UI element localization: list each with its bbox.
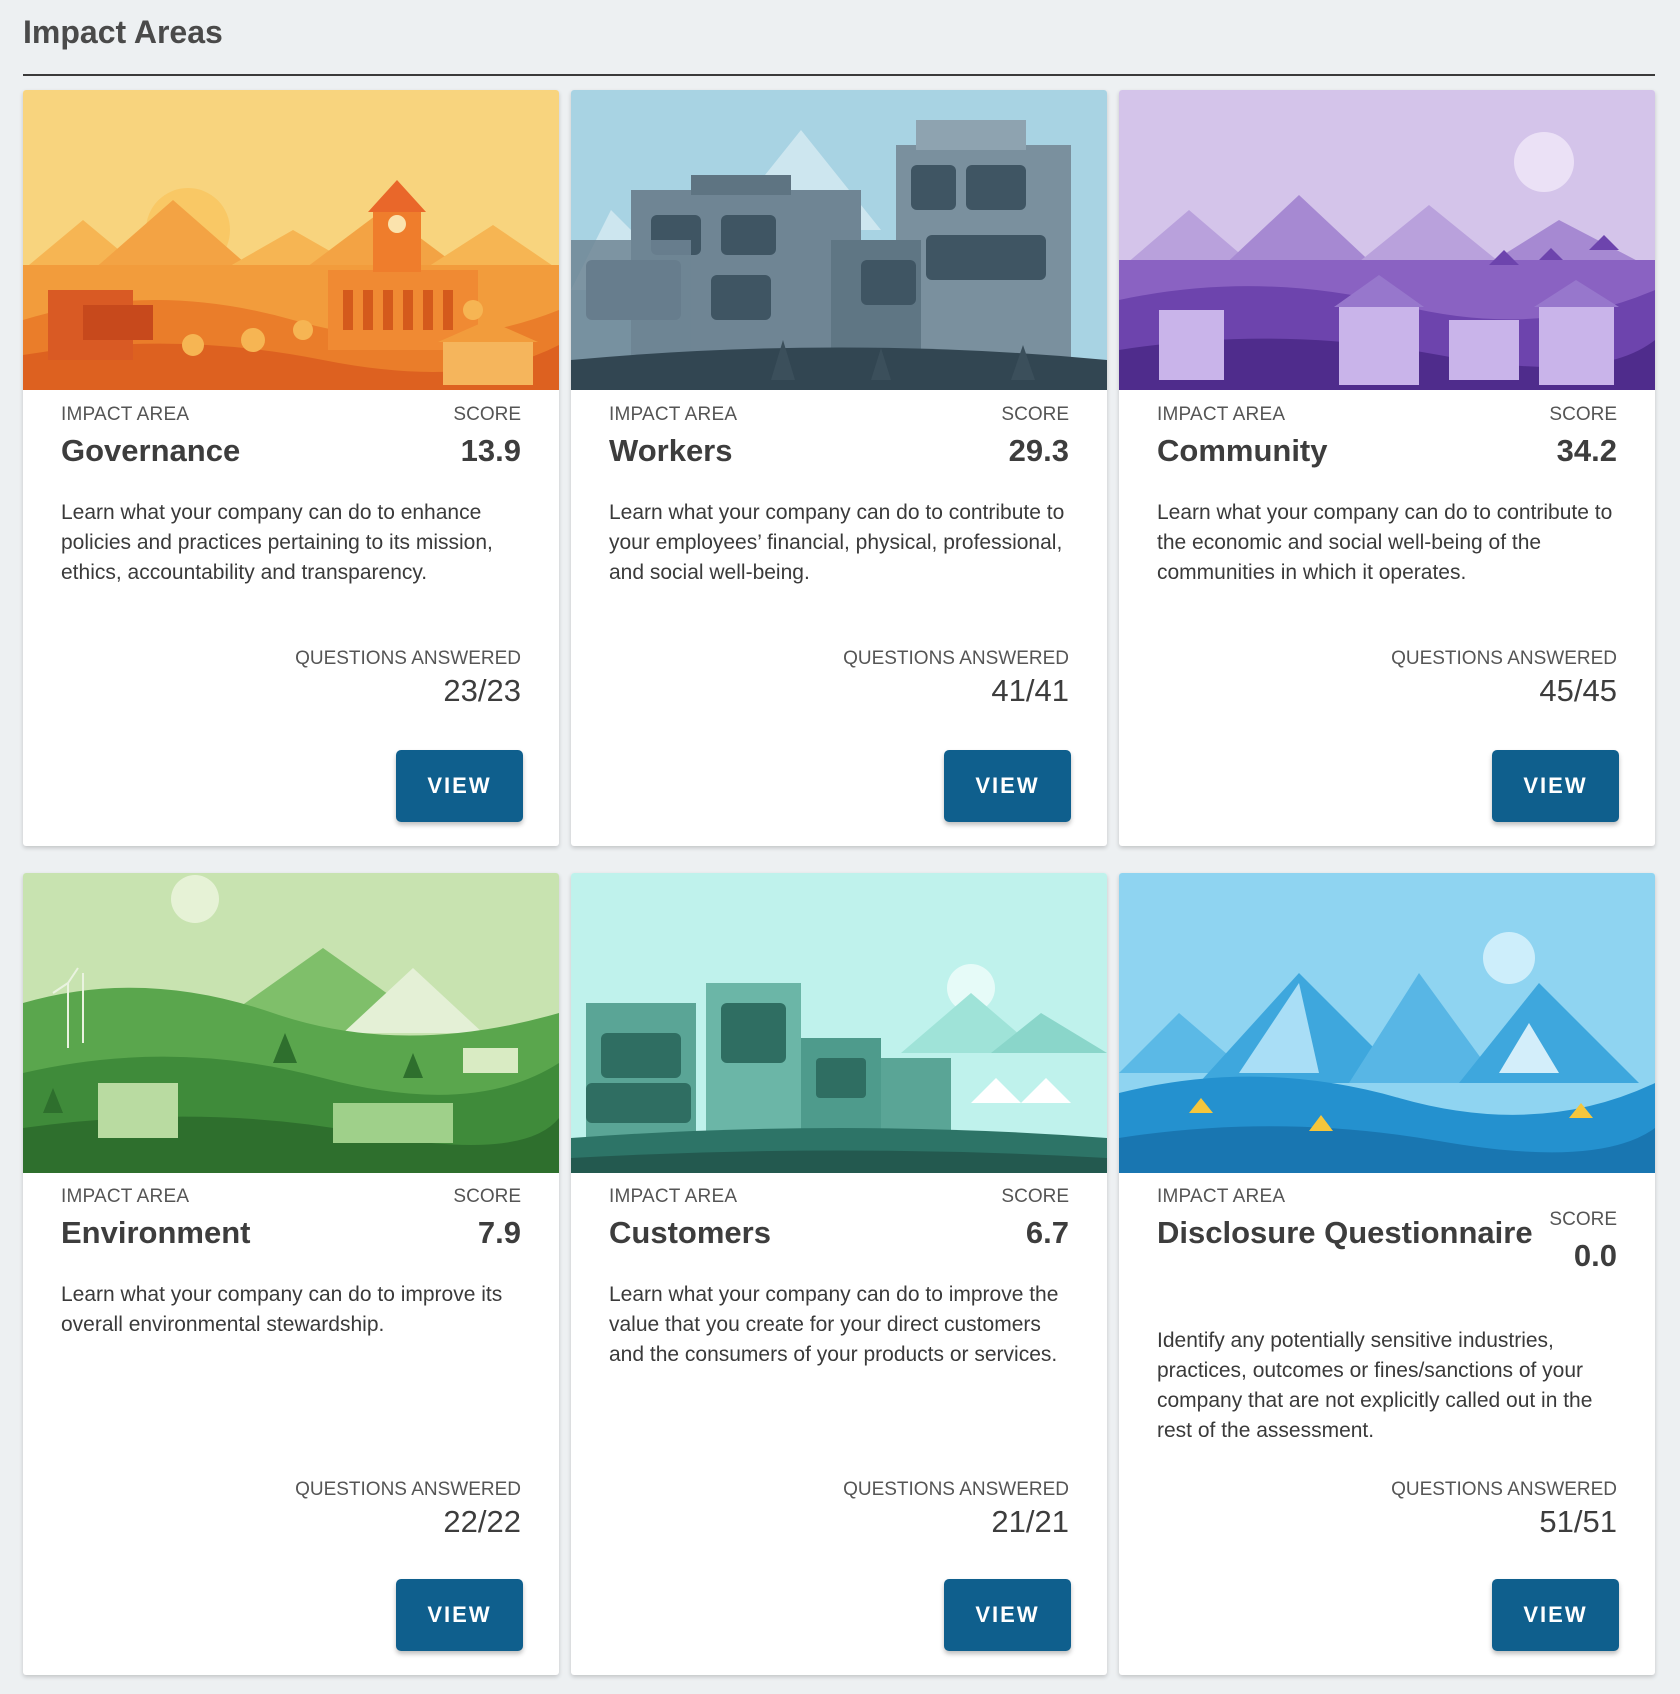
questions-answered-label: QUESTIONS ANSWERED (843, 648, 1069, 669)
impact-area-name: Governance (61, 433, 241, 468)
score-label: SCORE (1001, 1186, 1069, 1207)
workers-illustration (571, 90, 1107, 390)
environment-illustration (23, 873, 559, 1173)
questions-answered-value: 23/23 (443, 673, 521, 708)
customers-illustration (571, 873, 1107, 1173)
impact-area-label: IMPACT AREA (1157, 1186, 1286, 1207)
impact-area-description: Learn what your company can do to enhanc… (61, 501, 493, 584)
score-label: SCORE (453, 404, 521, 425)
score-value: 29.3 (1008, 433, 1069, 468)
score-label: SCORE (1549, 1209, 1617, 1230)
score-value: 7.9 (477, 1215, 521, 1250)
questions-answered-value: 41/41 (991, 673, 1069, 708)
view-workers-button[interactable]: VIEW (944, 750, 1071, 822)
impact-area-label: IMPACT AREA (609, 1186, 738, 1207)
impact-area-label: IMPACT AREA (609, 404, 738, 425)
questions-answered-label: QUESTIONS ANSWERED (295, 648, 521, 669)
page-title: Impact Areas (23, 14, 223, 50)
impact-area-description: Identify any potentially sensitive indus… (1157, 1329, 1593, 1442)
view-environment-button[interactable]: VIEW (396, 1579, 523, 1651)
score-value: 0.0 (1573, 1238, 1617, 1273)
view-community-button[interactable]: VIEW (1492, 750, 1619, 822)
score-value: 6.7 (1025, 1215, 1069, 1250)
questions-answered-label: QUESTIONS ANSWERED (1391, 1479, 1617, 1500)
score-label: SCORE (1549, 404, 1617, 425)
score-label: SCORE (1001, 404, 1069, 425)
governance-illustration (23, 90, 559, 390)
impact-area-name: Environment (61, 1215, 251, 1250)
view-disclosure-questionnaire-button[interactable]: VIEW (1492, 1579, 1619, 1651)
questions-answered-value: 51/51 (1539, 1504, 1617, 1539)
score-value: 13.9 (460, 433, 521, 468)
title-divider (23, 74, 1655, 76)
community-illustration (1119, 90, 1655, 390)
impact-area-description: Learn what your company can do to improv… (61, 1283, 503, 1336)
impact-area-description: Learn what your company can do to contri… (1157, 501, 1613, 584)
impact-area-name: Disclosure Questionnaire (1157, 1215, 1533, 1250)
questions-answered-value: 21/21 (991, 1504, 1069, 1539)
impact-card-disclosure-questionnaire: IMPACT AREA SCORE Disclosure Questionnai… (1119, 873, 1655, 1675)
questions-answered-value: 22/22 (443, 1504, 521, 1539)
questions-answered-value: 45/45 (1539, 673, 1617, 708)
impact-area-name: Customers (609, 1215, 771, 1250)
impact-card-governance: IMPACT AREA SCORE Governance 13.9 Learn … (23, 90, 559, 846)
questions-answered-label: QUESTIONS ANSWERED (1391, 648, 1617, 669)
view-customers-button[interactable]: VIEW (944, 1579, 1071, 1651)
impact-area-name: Community (1157, 433, 1328, 468)
questions-answered-label: QUESTIONS ANSWERED (295, 1479, 521, 1500)
impact-area-description: Learn what your company can do to improv… (609, 1283, 1059, 1366)
impact-area-name: Workers (609, 433, 733, 468)
disclosure-illustration (1119, 873, 1655, 1173)
impact-area-label: IMPACT AREA (61, 1186, 190, 1207)
view-governance-button[interactable]: VIEW (396, 750, 523, 822)
score-value: 34.2 (1556, 433, 1617, 468)
impact-card-community: IMPACT AREA SCORE Community 34.2 Learn w… (1119, 90, 1655, 846)
impact-area-description: Learn what your company can do to contri… (609, 501, 1065, 584)
impact-card-workers: IMPACT AREA SCORE Workers 29.3 Learn wha… (571, 90, 1107, 846)
score-label: SCORE (453, 1186, 521, 1207)
impact-area-label: IMPACT AREA (61, 404, 190, 425)
impact-area-label: IMPACT AREA (1157, 404, 1286, 425)
questions-answered-label: QUESTIONS ANSWERED (843, 1479, 1069, 1500)
impact-card-environment: IMPACT AREA SCORE Environment 7.9 Learn … (23, 873, 559, 1675)
impact-card-customers: IMPACT AREA SCORE Customers 6.7 Learn wh… (571, 873, 1107, 1675)
